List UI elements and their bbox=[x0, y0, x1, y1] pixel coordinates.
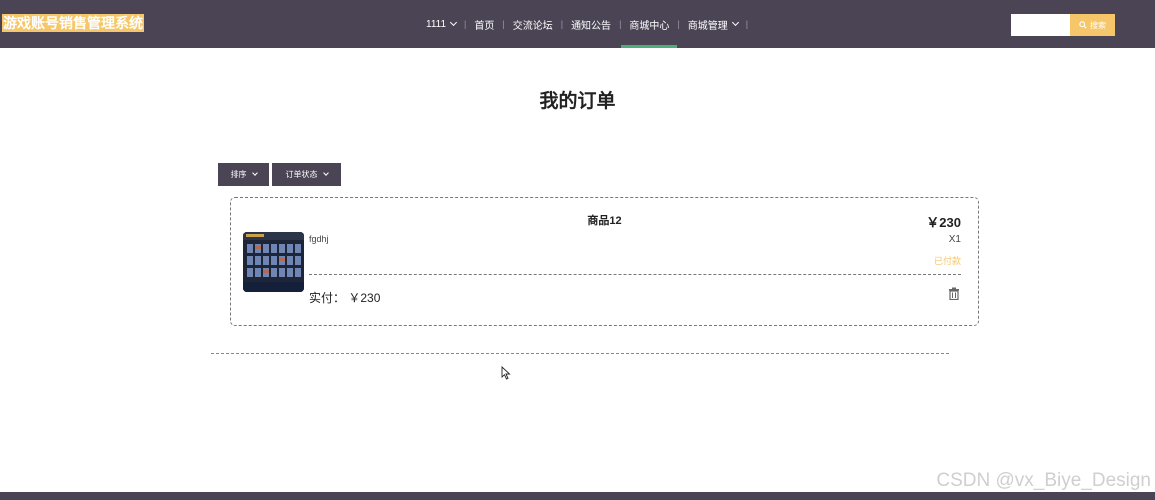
nav-item-announcements[interactable]: 通知公告 bbox=[563, 0, 619, 48]
nav-item-label: 商城中心 bbox=[629, 20, 670, 32]
sort-label: 排序 bbox=[230, 170, 247, 179]
order-status-label: 订单状态 bbox=[285, 170, 318, 179]
product-name: 商品12 bbox=[587, 215, 622, 227]
page-title: 我的订单 bbox=[539, 91, 616, 112]
trash-icon[interactable] bbox=[948, 287, 960, 300]
sort-dropdown[interactable]: 排序 bbox=[218, 163, 269, 186]
nav-item-home[interactable]: 首页 bbox=[466, 0, 502, 48]
main-nav: 1111 | 首页 | 交流论坛 | 通知公告 | 商城中心 | 商城管理 | bbox=[418, 0, 748, 48]
top-navbar: 游戏账号销售管理系统 1111 | 首页 | 交流论坛 | 通知公告 | 商城中… bbox=[0, 0, 1155, 48]
nav-item-mall-center[interactable]: 商城中心 bbox=[621, 0, 678, 48]
card-divider bbox=[309, 274, 961, 275]
order-card: 商品12 ￥230 fgdhj X1 已付款 实付： ￥230 bbox=[230, 197, 979, 326]
nav-item-label: 首页 bbox=[474, 20, 495, 32]
order-status-dropdown[interactable]: 订单状态 bbox=[272, 163, 341, 186]
order-status: 已付款 bbox=[933, 256, 961, 266]
nav-separator: | bbox=[745, 19, 749, 29]
product-price: ￥230 bbox=[926, 215, 961, 230]
bottom-bar bbox=[0, 492, 1155, 500]
product-description: fgdhj bbox=[309, 234, 329, 244]
chevron-down-icon bbox=[449, 18, 458, 27]
nav-item-label: 交流论坛 bbox=[512, 20, 553, 32]
nav-item-mall-management[interactable]: 商城管理 bbox=[680, 0, 746, 48]
chevron-down-icon bbox=[731, 18, 739, 27]
nav-user-label: 1111 bbox=[426, 18, 447, 30]
product-image[interactable] bbox=[243, 232, 304, 292]
search-input[interactable] bbox=[1011, 14, 1070, 36]
chevron-down-icon bbox=[251, 170, 258, 176]
paid-amount: 实付： ￥230 bbox=[309, 289, 380, 306]
search-button-label: 搜索 bbox=[1090, 20, 1106, 30]
paid-value: ￥230 bbox=[348, 291, 381, 305]
search-button[interactable]: 搜索 bbox=[1070, 14, 1115, 36]
nav-item-label: 商城管理 bbox=[687, 20, 728, 32]
chevron-down-icon bbox=[322, 170, 329, 176]
watermark: CSDN @vx_Biye_Design bbox=[936, 470, 1151, 491]
nav-item-forum[interactable]: 交流论坛 bbox=[505, 0, 561, 48]
nav-user-menu[interactable]: 1111 bbox=[418, 0, 464, 48]
paid-label: 实付： bbox=[309, 291, 346, 305]
app-title: 游戏账号销售管理系统 bbox=[2, 14, 144, 32]
search-icon bbox=[1079, 21, 1087, 29]
mouse-cursor-icon bbox=[501, 366, 511, 380]
product-quantity: X1 bbox=[948, 234, 961, 245]
list-divider bbox=[211, 353, 949, 354]
nav-item-label: 通知公告 bbox=[571, 20, 612, 32]
product-thumbnail bbox=[243, 232, 304, 292]
